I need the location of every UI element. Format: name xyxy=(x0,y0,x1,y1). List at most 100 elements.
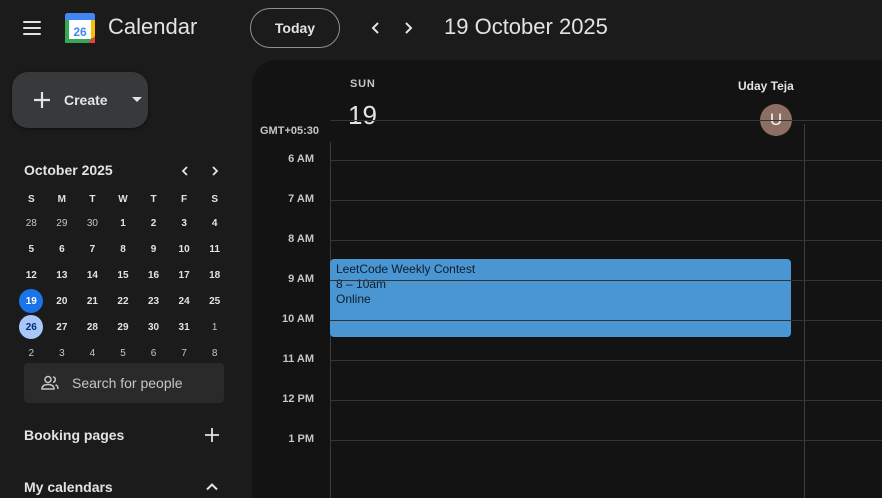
hour-gridline xyxy=(330,200,882,201)
mini-calendar-day-number: 3 xyxy=(181,217,187,229)
mini-calendar-day[interactable]: 26 xyxy=(16,314,47,340)
search-people-field[interactable]: Search for people xyxy=(24,363,224,403)
mini-calendar-week: 12 13 14 15 16 17 18 xyxy=(16,262,230,288)
mini-calendar-week: 28 29 30 1 2 3 4 xyxy=(16,210,230,236)
hour-gridline xyxy=(330,240,882,241)
mini-calendar-day-number: 17 xyxy=(178,269,190,281)
hour-gridline xyxy=(330,280,882,281)
mini-calendar-day-number: 5 xyxy=(120,347,126,359)
mini-calendar-day[interactable]: 1 xyxy=(199,314,230,340)
booking-pages-heading: Booking pages xyxy=(24,427,125,443)
mini-calendar-day[interactable]: 3 xyxy=(169,210,200,236)
hamburger-line xyxy=(23,27,41,29)
plus-icon xyxy=(34,92,50,108)
mini-calendar-day[interactable]: 6 xyxy=(47,236,78,262)
hamburger-line xyxy=(23,33,41,35)
mini-calendar-day-number: 16 xyxy=(147,269,160,281)
chevron-left-icon xyxy=(371,22,379,34)
weekday-label: M xyxy=(57,193,67,205)
hour-label: 10 AM xyxy=(282,313,314,325)
mini-calendar-day-number: 5 xyxy=(28,243,35,255)
mini-calendar-day[interactable]: 21 xyxy=(77,288,108,314)
mini-calendar-day[interactable]: 9 xyxy=(138,236,169,262)
hamburger-line xyxy=(23,21,41,23)
add-booking-page-button[interactable] xyxy=(200,423,224,447)
my-calendars-heading[interactable]: My calendars xyxy=(24,479,113,495)
chevron-right-icon xyxy=(405,22,413,34)
mini-calendar-day[interactable]: 30 xyxy=(138,314,169,340)
mini-calendar-day-number: 20 xyxy=(56,295,68,307)
mini-calendar-day-number: 22 xyxy=(117,295,129,307)
mini-calendar-day[interactable]: 30 xyxy=(77,210,108,236)
mini-calendar-day[interactable]: 1 xyxy=(108,210,139,236)
mini-calendar-day[interactable]: 20 xyxy=(47,288,78,314)
mini-calendar-day[interactable]: 27 xyxy=(47,314,78,340)
mini-calendar-day-number: 23 xyxy=(147,295,160,307)
mini-calendar-day[interactable]: 18 xyxy=(199,262,230,288)
next-period-button[interactable] xyxy=(394,14,422,42)
mini-calendar-day-number: 7 xyxy=(89,243,96,255)
mini-calendar-week: 5 6 7 8 9 10 11 xyxy=(16,236,230,262)
mini-calendar-day[interactable]: 23 xyxy=(138,288,169,314)
mini-calendar-day-number: 26 xyxy=(19,315,44,339)
mini-calendar-day-number: 9 xyxy=(150,243,157,255)
mini-calendar-day-number: 4 xyxy=(89,347,96,359)
mini-calendar-day-number: 21 xyxy=(86,295,98,307)
mini-calendar-day-number: 12 xyxy=(25,269,37,281)
mini-calendar-day-number: 28 xyxy=(25,217,37,229)
mini-calendar-day[interactable]: 29 xyxy=(47,210,78,236)
mini-calendar-next-button[interactable] xyxy=(204,160,226,182)
time-grid[interactable]: LeetCode Weekly Contest 8 – 10am Online … xyxy=(252,120,882,498)
today-button[interactable]: Today xyxy=(250,8,340,48)
mini-calendar-day[interactable]: 19 xyxy=(16,288,47,314)
mini-calendar-day[interactable]: 4 xyxy=(199,210,230,236)
mini-calendar-day-number: 30 xyxy=(86,217,98,229)
mini-calendar-day[interactable]: 2 xyxy=(138,210,169,236)
hour-label: 8 AM xyxy=(288,233,314,245)
mini-calendar-day[interactable]: 28 xyxy=(77,314,108,340)
mini-calendar-month: October 2025 xyxy=(24,162,113,178)
mini-calendar-day[interactable]: 7 xyxy=(77,236,108,262)
mini-calendar-day[interactable]: 14 xyxy=(77,262,108,288)
mini-calendar-day-number: 10 xyxy=(178,243,190,255)
mini-calendar-prev-button[interactable] xyxy=(174,160,196,182)
collapse-my-calendars-button[interactable] xyxy=(200,475,224,498)
previous-period-button[interactable] xyxy=(362,14,390,42)
mini-calendar-day-number: 11 xyxy=(209,243,220,255)
mini-calendar-day-number: 31 xyxy=(178,321,190,333)
mini-calendar-day[interactable]: 25 xyxy=(199,288,230,314)
mini-calendar-day[interactable]: 31 xyxy=(169,314,200,340)
mini-calendar-day[interactable]: 22 xyxy=(108,288,139,314)
create-button[interactable]: Create xyxy=(12,72,148,128)
mini-calendar-day[interactable]: 10 xyxy=(169,236,200,262)
mini-calendar-day[interactable]: 13 xyxy=(47,262,78,288)
mini-calendar-day[interactable]: 24 xyxy=(169,288,200,314)
mini-calendar-day-number: 28 xyxy=(86,321,98,333)
mini-calendar-day[interactable]: 28 xyxy=(16,210,47,236)
mini-calendar-day[interactable]: 5 xyxy=(16,236,47,262)
hour-label: 7 AM xyxy=(288,193,314,205)
day-number[interactable]: 19 xyxy=(348,100,377,131)
chevron-right-icon xyxy=(212,166,219,176)
current-date-title: 19 October 2025 xyxy=(444,14,608,39)
mini-calendar-day-number: 2 xyxy=(150,217,157,229)
mini-calendar-day[interactable]: 15 xyxy=(108,262,139,288)
mini-calendar-day[interactable]: 11 xyxy=(199,236,230,262)
mini-calendar-day-number: 1 xyxy=(120,217,126,229)
day-of-week-label: SUN xyxy=(350,78,376,90)
mini-calendar-day-number: 7 xyxy=(181,347,187,359)
mini-calendar-grid: SMTWTFS 28 29 30 1 2 3 4 5 6 7 8 9 10 11 12 13 14 15 16 17 1… xyxy=(16,188,230,366)
main-menu-button[interactable] xyxy=(14,10,50,46)
mini-calendar-day[interactable]: 16 xyxy=(138,262,169,288)
mini-calendar-day-number: 4 xyxy=(211,217,218,229)
calendar-event[interactable]: LeetCode Weekly Contest 8 – 10am Online xyxy=(330,259,791,337)
event-title: LeetCode Weekly Contest xyxy=(336,262,476,276)
mini-calendar-day-number: 1 xyxy=(211,321,218,333)
mini-calendar-day[interactable]: 8 xyxy=(108,236,139,262)
hour-label: 11 AM xyxy=(282,353,314,365)
mini-calendar-day[interactable]: 12 xyxy=(16,262,47,288)
mini-calendar-day[interactable]: 17 xyxy=(169,262,200,288)
mini-calendar-day-number: 14 xyxy=(86,269,98,281)
mini-calendar-day-number: 25 xyxy=(209,295,221,307)
mini-calendar-day[interactable]: 29 xyxy=(108,314,139,340)
